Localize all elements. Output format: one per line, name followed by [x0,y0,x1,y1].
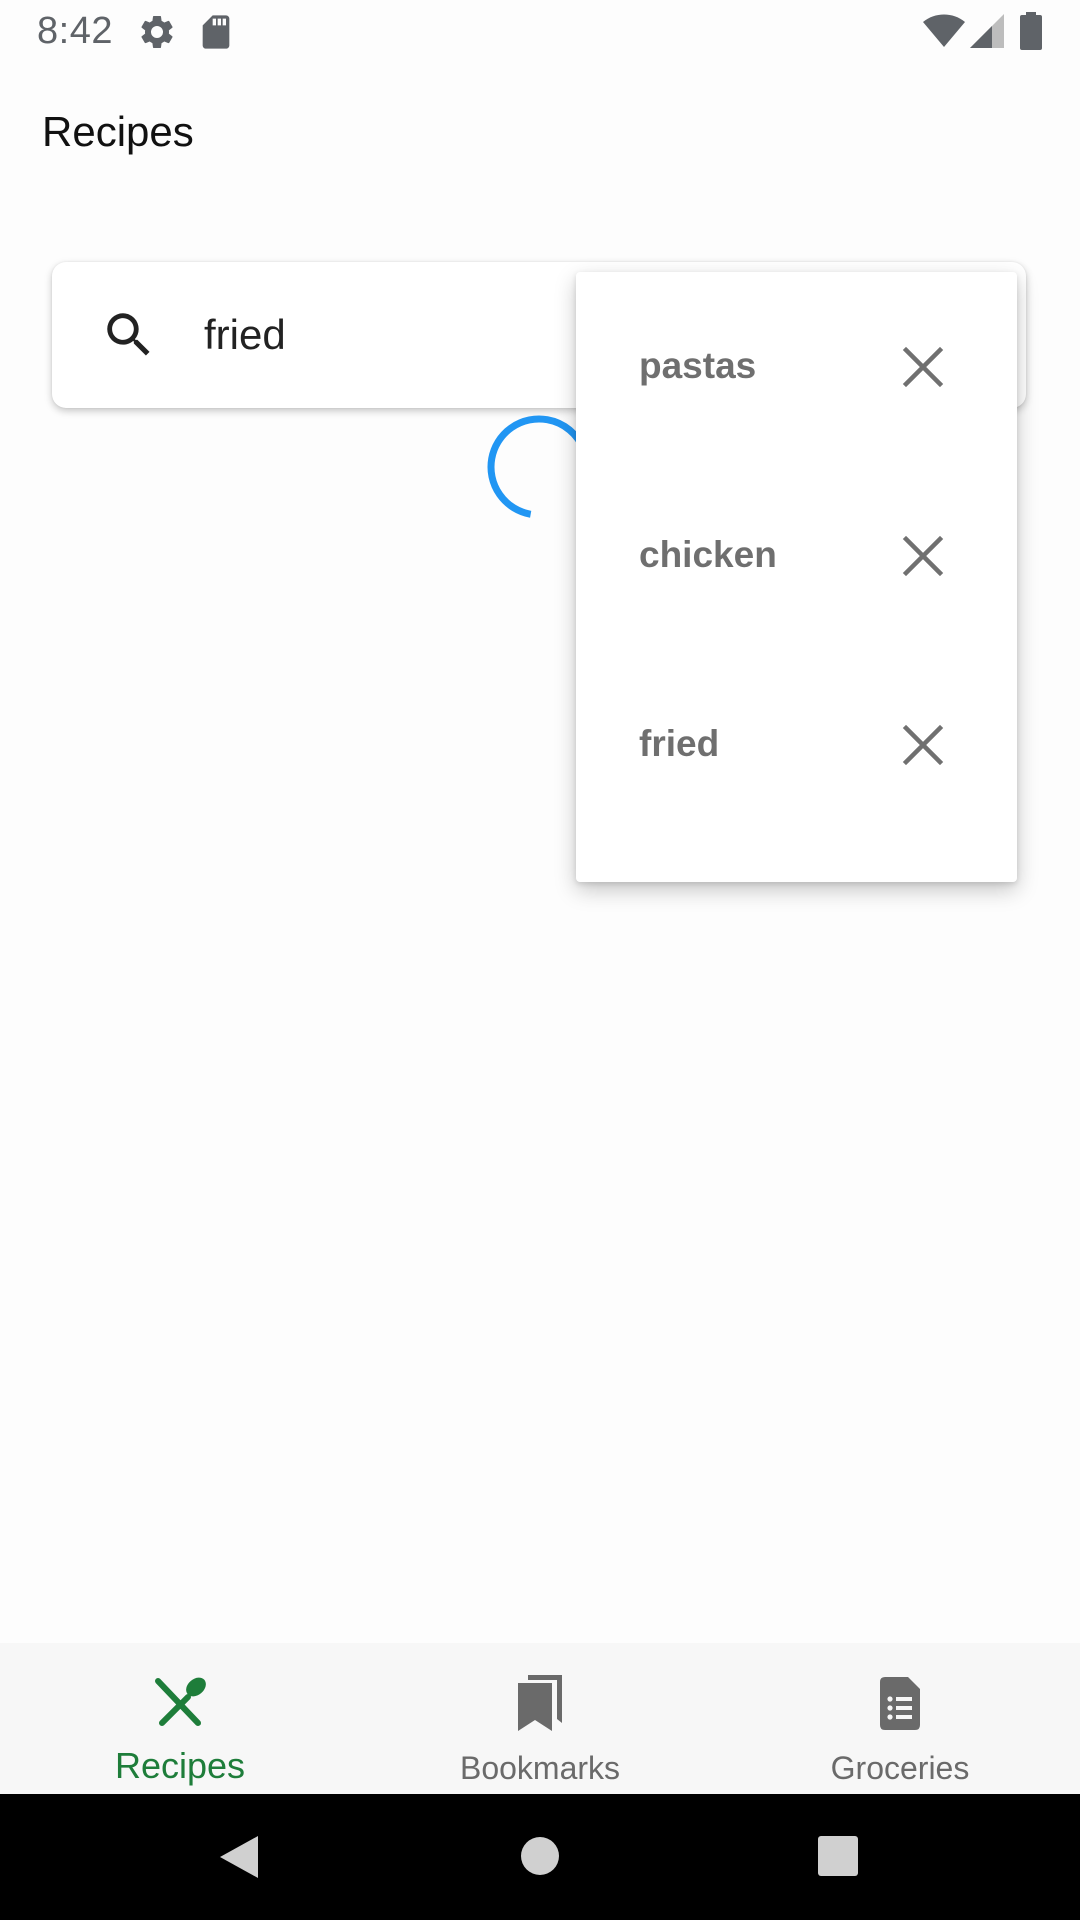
back-icon[interactable] [218,1834,260,1880]
nav-item-bookmarks[interactable]: Bookmarks [360,1643,720,1794]
bookmarks-icon [518,1675,562,1731]
home-icon[interactable] [519,1835,561,1877]
system-navigation-bar [0,1794,1080,1920]
status-bar: 8:42 [0,0,1080,64]
sd-card-icon [202,15,230,49]
suggestion-item[interactable]: fried [576,650,1017,839]
suggestion-item[interactable]: pastas [576,272,1017,461]
close-icon[interactable] [902,346,944,388]
suggestion-label: fried [639,723,720,764]
nav-item-recipes[interactable]: Recipes [0,1643,360,1794]
close-icon[interactable] [902,724,944,766]
gear-icon [141,15,173,48]
page-title: Recipes [42,108,194,155]
suggestion-item[interactable]: chicken [576,461,1017,650]
screen: 8:42 Recipes pastas [0,0,1080,1920]
cell-signal-icon [970,14,1004,48]
bottom-navigation: Recipes Bookmarks Groceries [0,1643,1080,1794]
nav-label: Recipes [114,1745,246,1786]
nav-item-groceries[interactable]: Groceries [720,1643,1080,1794]
fork-knife-icon [155,1677,206,1726]
wifi-icon [923,14,965,47]
close-icon[interactable] [902,535,944,577]
list-icon [880,1677,920,1730]
search-icon[interactable] [100,306,158,364]
nav-label: Groceries [830,1750,970,1786]
search-history-dropdown: pastas chicken fried [576,272,1017,882]
recents-icon[interactable] [818,1836,858,1876]
suggestion-label: pastas [639,345,757,386]
battery-icon [1020,12,1042,50]
status-time: 8:42 [37,10,113,52]
search-input[interactable] [204,300,584,370]
suggestion-label: chicken [639,534,777,575]
nav-label: Bookmarks [459,1750,621,1786]
